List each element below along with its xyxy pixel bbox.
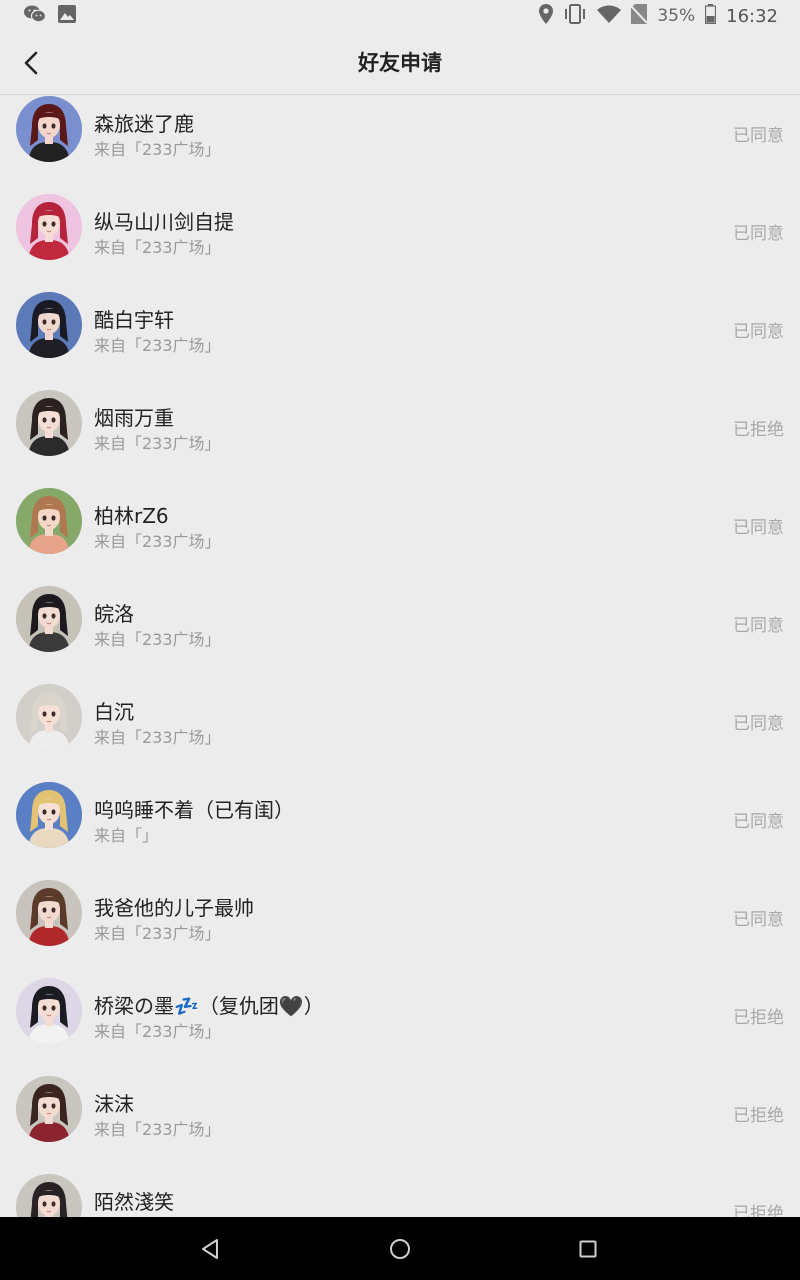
friend-request-row[interactable]: 我爸他的儿子最帅来自「233广场」 已同意 <box>0 848 800 946</box>
request-source: 来自「233广场」 <box>94 532 221 551</box>
image-icon <box>58 5 76 27</box>
request-status: 已拒绝 <box>733 420 784 440</box>
status-bar-left <box>24 5 76 27</box>
friend-request-row[interactable]: 皖洛来自「233广场」 已同意 <box>0 554 800 652</box>
friend-requests-screen: 35% 16:32 好友申请 森旅迷了鹿 来自「233广场」 已同意 纵马山川剑自提来… <box>0 0 800 1280</box>
vibrate-icon <box>563 3 587 29</box>
request-source: 来自「233广场」 <box>94 434 221 453</box>
nav-back-button[interactable] <box>192 1231 228 1267</box>
requester-name: 纵马山川剑自提 <box>94 210 234 234</box>
requester-name: 沫沫 <box>94 1092 134 1116</box>
avatar[interactable] <box>16 488 82 554</box>
friend-request-row[interactable]: 纵马山川剑自提来自「233广场」 已同意 <box>0 162 800 260</box>
back-button[interactable] <box>14 46 48 80</box>
request-source: 来自「233广场」 <box>94 630 221 649</box>
friend-request-row[interactable]: 白沉来自「233广场」 已同意 <box>0 652 800 750</box>
requester-name: 烟雨万重 <box>94 406 174 430</box>
request-status: 已拒绝 <box>733 1106 784 1126</box>
avatar[interactable] <box>16 782 82 848</box>
wifi-icon <box>597 5 622 28</box>
friend-request-row[interactable]: 柏林rZ6 来自「233广场」 已同意 <box>0 456 800 554</box>
navigation-bar <box>0 1217 800 1280</box>
request-status: 已同意 <box>733 714 784 734</box>
nav-recents-square-icon <box>579 1240 597 1258</box>
friend-request-list-inner: 森旅迷了鹿 来自「233广场」 已同意 纵马山川剑自提 来自「233广场」 已同意 酷白宇轩… <box>0 95 800 1217</box>
request-status: 已拒绝 <box>733 1008 784 1028</box>
avatar[interactable] <box>16 978 82 1044</box>
request-status: 已同意 <box>733 518 784 538</box>
requester-name: 桥梁の墨💤（复仇团🖤） <box>94 994 324 1018</box>
friend-request-row[interactable]: 烟雨万重来自「233广场」 已拒绝 <box>0 358 800 456</box>
avatar[interactable] <box>16 96 82 162</box>
request-status: 已同意 <box>733 812 784 832</box>
friend-request-row[interactable]: 呜呜睡不着（已有闺） 来自「」 已同意 <box>0 750 800 848</box>
friend-request-row[interactable]: 酷白宇轩来自「233广场」 已同意 <box>0 260 800 358</box>
avatar[interactable] <box>16 390 82 456</box>
status-bar-right: 35% 16:32 <box>539 3 778 29</box>
no-sim-icon <box>630 3 649 29</box>
title-bar: 好友申请 <box>0 32 800 95</box>
request-source: 来自「233广场」 <box>94 1120 221 1139</box>
requester-name: 白沉 <box>94 700 134 724</box>
requester-name: 森旅迷了鹿 <box>94 112 194 136</box>
request-source: 来自「233广场」 <box>94 140 221 159</box>
request-source: 来自「」 <box>94 826 159 845</box>
request-source: 来自「233广场」 <box>94 728 221 747</box>
avatar[interactable] <box>16 194 82 260</box>
request-source: 来自「233广场」 <box>94 336 221 355</box>
avatar[interactable] <box>16 1174 82 1217</box>
avatar[interactable] <box>16 1076 82 1142</box>
requester-name: 酷白宇轩 <box>94 308 174 332</box>
nav-back-triangle-icon <box>202 1239 218 1259</box>
requester-name: 皖洛 <box>94 602 134 626</box>
requester-name: 陌然淺笑 <box>94 1190 174 1214</box>
request-status: 已拒绝 <box>733 1204 784 1217</box>
request-source: 来自「233广场」 <box>94 924 221 943</box>
avatar[interactable] <box>16 586 82 652</box>
nav-home-button[interactable] <box>382 1231 418 1267</box>
nav-home-circle-icon <box>390 1239 410 1259</box>
request-source: 来自「233广场」 <box>94 238 221 257</box>
wechat-icon <box>24 5 47 27</box>
request-status: 已同意 <box>733 616 784 636</box>
clock: 16:32 <box>726 5 778 27</box>
avatar[interactable] <box>16 292 82 358</box>
requester-name: 呜呜睡不着（已有闺） <box>94 798 294 822</box>
status-bar: 35% 16:32 <box>0 0 800 32</box>
request-status: 已同意 <box>733 910 784 930</box>
page-title: 好友申请 <box>358 51 442 75</box>
avatar[interactable] <box>16 684 82 750</box>
nav-recents-button[interactable] <box>570 1231 606 1267</box>
request-status: 已同意 <box>733 224 784 244</box>
request-source: 来自「233广场」 <box>94 1022 221 1041</box>
friend-request-list[interactable]: 森旅迷了鹿 来自「233广场」 已同意 纵马山川剑自提 来自「233广场」 已同意 酷白宇轩… <box>0 95 800 1217</box>
requester-name: 柏林rZ6 <box>94 504 169 528</box>
avatar[interactable] <box>16 880 82 946</box>
friend-request-row[interactable]: 陌然淺笑来自「233广场」已拒绝 <box>0 1142 800 1217</box>
friend-request-row[interactable]: 桥梁の墨💤（复仇团🖤） 来自「233广场」 已拒绝 <box>0 946 800 1044</box>
battery-percent: 35% <box>657 6 696 26</box>
location-icon <box>539 3 554 29</box>
request-status: 已同意 <box>733 322 784 342</box>
friend-request-row[interactable]: 沫沫来自「233广场」 已拒绝 <box>0 1044 800 1142</box>
battery-icon <box>705 3 717 29</box>
request-status: 已同意 <box>733 126 784 146</box>
friend-request-row[interactable]: 森旅迷了鹿来自「233广场」 已同意 <box>0 95 800 162</box>
chevron-left-icon <box>24 51 38 75</box>
requester-name: 我爸他的儿子最帅 <box>94 896 254 920</box>
